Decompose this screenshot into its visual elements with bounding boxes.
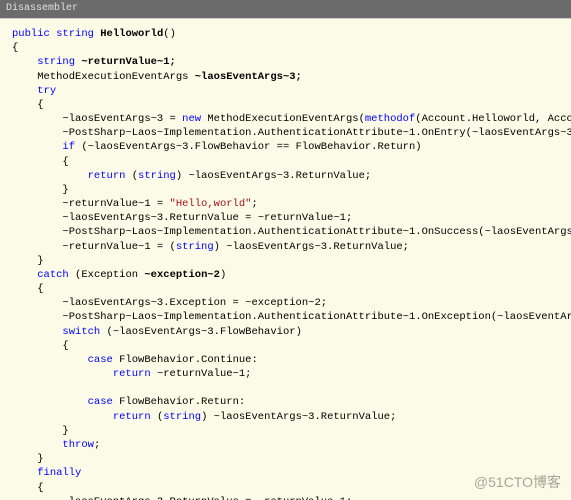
kw-string: string bbox=[163, 411, 201, 423]
kw-string: string bbox=[56, 28, 94, 40]
var-decl: ~returnValue~1; bbox=[75, 56, 176, 68]
method-name: Helloworld bbox=[100, 28, 163, 40]
kw-return: return bbox=[113, 411, 151, 423]
kw-return: return bbox=[88, 170, 126, 182]
brace: { bbox=[12, 156, 69, 168]
stmt: ~laosEventArgs~3.ReturnValue = ~returnVa… bbox=[12, 212, 352, 224]
kw-throw: throw bbox=[62, 439, 94, 451]
brace: { bbox=[12, 482, 44, 494]
kw-case: case bbox=[88, 396, 113, 408]
kw-finally: finally bbox=[37, 467, 81, 479]
brace: { bbox=[12, 283, 44, 295]
stmt: ~PostSharp~Laos~Implementation.Authentic… bbox=[12, 311, 571, 323]
kw-try: try bbox=[37, 85, 56, 97]
kw-methodof: methodof bbox=[365, 113, 415, 125]
brace: { bbox=[12, 99, 44, 111]
code-viewer: public string Helloworld() { string ~ret… bbox=[0, 18, 571, 500]
var-exception: ~exception~2 bbox=[144, 269, 220, 281]
stmt: ~laosEventArgs~3.Exception = ~exception~… bbox=[12, 297, 327, 309]
brace: } bbox=[12, 453, 44, 465]
brace: { bbox=[12, 42, 18, 54]
kw-if: if bbox=[62, 141, 75, 153]
stmt: ~PostSharp~Laos~Implementation.Authentic… bbox=[12, 127, 571, 139]
kw-string: string bbox=[138, 170, 176, 182]
var-decl: ~laosEventArgs~3; bbox=[195, 71, 302, 83]
kw-string: string bbox=[37, 56, 75, 68]
titlebar-label: Disassembler bbox=[6, 3, 78, 14]
kw-catch: catch bbox=[37, 269, 69, 281]
brace: } bbox=[12, 184, 69, 196]
string-literal: "Hello,world" bbox=[170, 198, 252, 210]
kw-public: public bbox=[12, 28, 50, 40]
kw-new: new bbox=[182, 113, 201, 125]
stmt: ~laosEventArgs~3.ReturnValue = ~returnVa… bbox=[12, 496, 352, 500]
kw-return: return bbox=[113, 368, 151, 380]
stmt: ~PostSharp~Laos~Implementation.Authentic… bbox=[12, 226, 571, 238]
titlebar: Disassembler bbox=[0, 0, 571, 18]
brace: { bbox=[12, 340, 69, 352]
brace: } bbox=[12, 425, 69, 437]
kw-case: case bbox=[88, 354, 113, 366]
kw-string: string bbox=[176, 241, 214, 253]
brace: } bbox=[12, 255, 44, 267]
parens: () bbox=[163, 28, 176, 40]
kw-switch: switch bbox=[62, 326, 100, 338]
